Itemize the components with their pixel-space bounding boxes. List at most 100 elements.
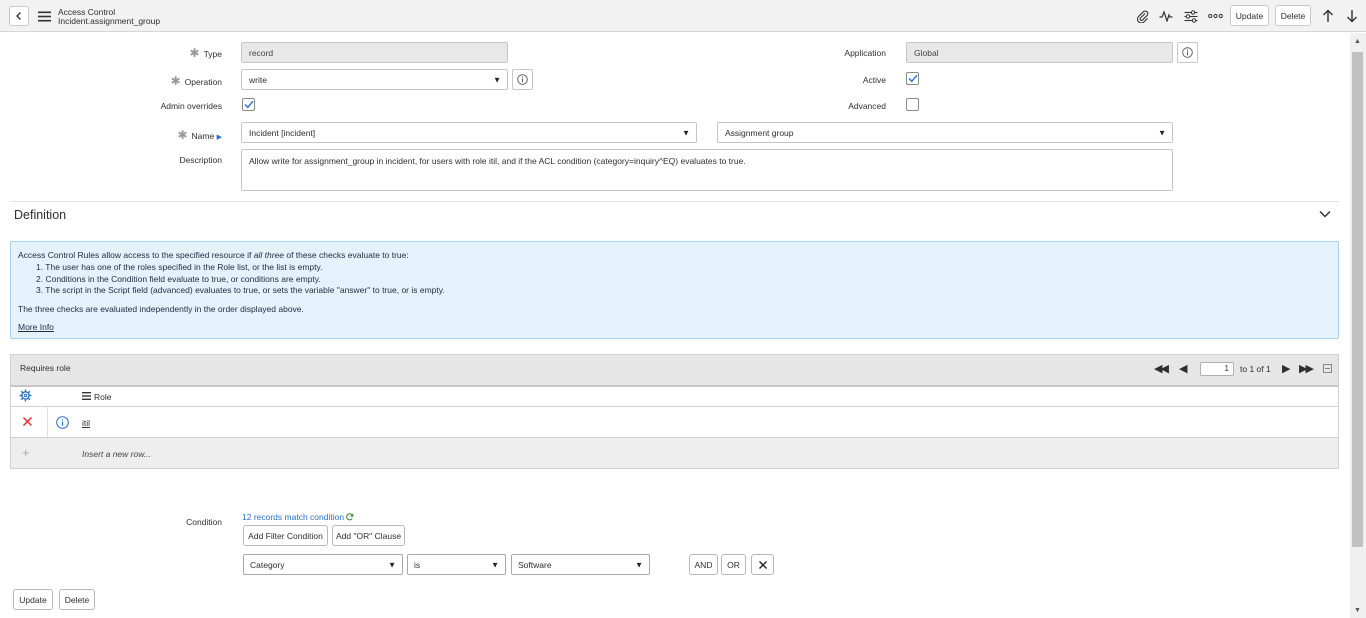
advanced-label: Advanced xyxy=(848,101,886,111)
page-number-input[interactable]: 1 xyxy=(1200,362,1234,376)
description-textarea[interactable]: Allow write for assignment_group in inci… xyxy=(241,149,1173,191)
condition-field-value: Category xyxy=(250,559,285,570)
add-or-clause-button[interactable]: Add "OR" Clause xyxy=(332,525,405,546)
scroll-down-arrow-icon[interactable]: ▼ xyxy=(1354,607,1361,614)
name-table-select[interactable]: Incident [incident] ▼ xyxy=(241,122,697,143)
match-condition-text: 12 records match condition xyxy=(242,512,345,522)
collapse-list-icon[interactable] xyxy=(1323,364,1332,373)
expand-triangle-icon[interactable]: ▶ xyxy=(217,134,222,141)
dropdown-arrow-icon: ▼ xyxy=(493,75,501,84)
name-field-select[interactable]: Assignment group ▼ xyxy=(717,122,1173,143)
next-page-icon[interactable]: ▶ xyxy=(1282,362,1290,375)
row-info-icon[interactable] xyxy=(56,416,69,431)
definition-section-title: Definition xyxy=(14,208,67,222)
footer-delete-button[interactable]: Delete xyxy=(59,589,95,610)
dropdown-arrow-icon: ▼ xyxy=(491,560,499,569)
add-filter-condition-button[interactable]: Add Filter Condition xyxy=(243,525,328,546)
dropdown-arrow-icon: ▼ xyxy=(635,560,643,569)
info-item-2: 2. Conditions in the Condition field eva… xyxy=(36,274,321,284)
refresh-icon[interactable] xyxy=(346,513,354,521)
operation-select[interactable]: write ▼ xyxy=(241,69,508,90)
scroll-up-arrow-icon[interactable]: ▲ xyxy=(1354,38,1361,45)
condition-operator-select[interactable]: is ▼ xyxy=(407,554,506,575)
section-divider xyxy=(10,201,1339,202)
info-icon xyxy=(1182,47,1193,58)
footer-update-button[interactable]: Update xyxy=(13,589,53,610)
match-condition-link[interactable]: 12 records match condition xyxy=(242,512,354,522)
condition-label: Condition xyxy=(186,517,222,527)
insert-row-placeholder[interactable]: Insert a new row... xyxy=(82,449,151,459)
active-checkbox[interactable] xyxy=(906,72,919,85)
scrollbar-thumb[interactable] xyxy=(1352,52,1363,547)
activity-pulse-icon[interactable] xyxy=(1157,7,1175,25)
condition-operator-value: is xyxy=(414,559,421,570)
page-range-text: to 1 of 1 xyxy=(1240,364,1271,374)
related-list-header: Requires role ◀◀ ◀ 1 to 1 of 1 ▶ ▶▶ xyxy=(10,354,1339,385)
mandatory-asterisk-icon: ✱ xyxy=(170,74,181,88)
acl-info-box: Access Control Rules allow access to the… xyxy=(10,241,1339,339)
form-header: Access Control Incident.assignment_group… xyxy=(0,0,1366,32)
previous-record-arrow-icon[interactable] xyxy=(1319,7,1337,25)
mandatory-asterisk-icon: ✱ xyxy=(177,128,188,142)
column-menu-icon[interactable] xyxy=(82,392,91,402)
application-label: Application xyxy=(844,48,886,58)
list-settings-gear-icon[interactable] xyxy=(19,389,32,404)
checkmark-icon xyxy=(908,74,918,83)
mandatory-asterisk-icon: ✱ xyxy=(189,46,200,60)
description-label: Description xyxy=(179,155,222,165)
info-icon xyxy=(517,74,528,85)
name-label: ✱ Name ▶ xyxy=(177,128,222,142)
remove-condition-button[interactable] xyxy=(751,554,774,575)
header-delete-button[interactable]: Delete xyxy=(1275,5,1311,26)
advanced-checkbox[interactable] xyxy=(906,98,919,111)
operation-value: write xyxy=(249,74,267,85)
role-column-header[interactable]: Role xyxy=(94,392,111,402)
header-update-button[interactable]: Update xyxy=(1230,5,1269,26)
active-label: Active xyxy=(862,75,886,85)
previous-page-icon[interactable]: ◀ xyxy=(1179,362,1187,375)
context-menu-icon[interactable] xyxy=(35,7,53,25)
more-info-link[interactable]: More Info xyxy=(18,322,54,332)
name-field-value: Assignment group xyxy=(725,127,794,138)
more-options-icon[interactable] xyxy=(1206,7,1224,25)
operation-info-button[interactable] xyxy=(512,69,533,90)
table-row: itil xyxy=(10,407,1339,438)
related-list-column-header: Role xyxy=(10,385,1339,407)
info-item-3: 3. The script in the Script field (advan… xyxy=(36,285,445,295)
condition-value-value: Software xyxy=(518,559,552,570)
name-table-value: Incident [incident] xyxy=(249,127,316,138)
info-note: The three checks are evaluated independe… xyxy=(18,304,304,314)
application-info-button[interactable] xyxy=(1177,42,1198,63)
collapse-chevron-icon[interactable] xyxy=(1318,209,1334,223)
paperclip-icon[interactable] xyxy=(1133,7,1151,25)
condition-field-select[interactable]: Category ▼ xyxy=(243,554,403,575)
next-record-arrow-icon[interactable] xyxy=(1343,7,1361,25)
add-row-plus-icon[interactable]: + xyxy=(22,445,30,460)
and-condition-button[interactable]: AND xyxy=(689,554,718,575)
admin-overrides-checkbox[interactable] xyxy=(242,98,255,111)
last-page-icon[interactable]: ▶▶ xyxy=(1299,362,1314,375)
operation-label: ✱ Operation xyxy=(170,74,222,88)
condition-value-select[interactable]: Software ▼ xyxy=(511,554,650,575)
admin-overrides-label: Admin overrides xyxy=(160,101,222,111)
insert-row[interactable]: + Insert a new row... xyxy=(10,438,1339,469)
personalize-sliders-icon[interactable] xyxy=(1182,7,1200,25)
first-page-icon[interactable]: ◀◀ xyxy=(1154,362,1169,375)
info-item-1: 1. The user has one of the roles specifi… xyxy=(36,262,323,272)
chevron-left-icon xyxy=(16,12,21,20)
delete-row-x-icon[interactable] xyxy=(22,416,33,429)
role-cell[interactable]: itil xyxy=(82,418,90,428)
related-list-title: Requires role xyxy=(20,363,71,373)
application-field[interactable]: Global xyxy=(906,42,1173,63)
type-field[interactable]: record xyxy=(241,42,508,63)
or-condition-button[interactable]: OR xyxy=(721,554,746,575)
checkmark-icon xyxy=(244,100,254,109)
dropdown-arrow-icon: ▼ xyxy=(388,560,396,569)
record-title: Incident.assignment_group xyxy=(58,16,161,26)
dropdown-arrow-icon: ▼ xyxy=(1158,128,1166,137)
type-label: ✱ Type xyxy=(189,46,223,60)
info-intro: Access Control Rules allow access to the… xyxy=(18,250,409,260)
close-icon xyxy=(758,560,767,569)
dropdown-arrow-icon: ▼ xyxy=(682,128,690,137)
back-button[interactable] xyxy=(9,6,29,26)
